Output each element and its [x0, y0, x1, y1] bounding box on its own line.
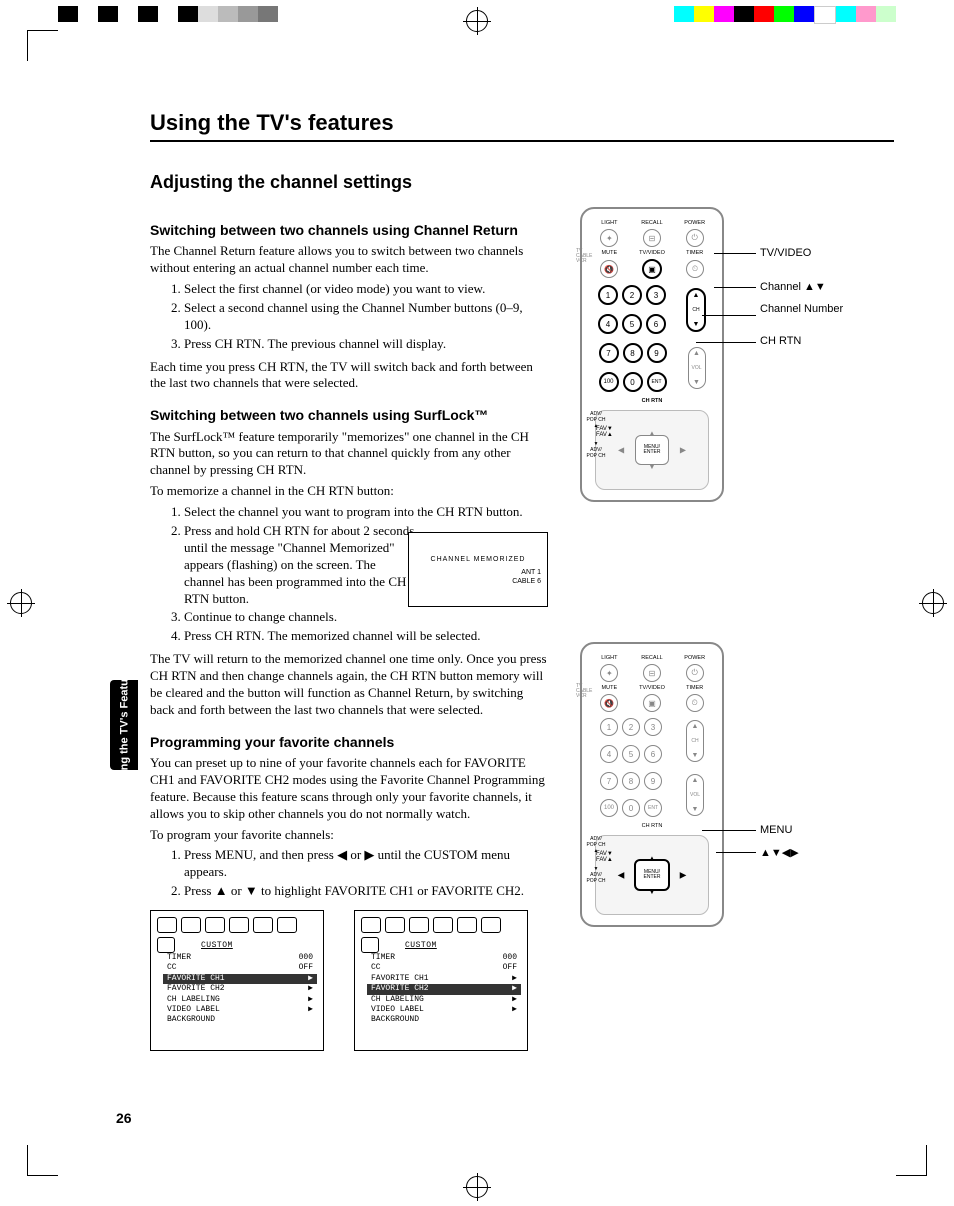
osd-custom-menu-1: CUSTOM TIMER000CCOFF▹FAVORITE CH1▶FAVORI… — [150, 910, 324, 1051]
title-rule — [150, 140, 894, 142]
text-column: Switching between two channels using Cha… — [150, 207, 550, 1051]
remote-diagram-1: TVCABLEVCR LIGHTRECALLPOWER ✦⊟⏻ MUTETV/V… — [580, 207, 870, 502]
registration-mark — [922, 592, 944, 614]
callout: ▲▼◀▶ — [760, 846, 799, 859]
step: Select the channel you want to program i… — [184, 504, 550, 521]
osd-line: CABLE 6 — [415, 577, 541, 586]
step: Press and hold CH RTN for about 2 second… — [184, 523, 419, 607]
illustration-column: TVCABLEVCR LIGHTRECALLPOWER ✦⊟⏻ MUTETV/V… — [580, 207, 870, 1051]
osd-channel-memorized: CHANNEL MEMORIZED ANT 1 CABLE 6 — [408, 532, 548, 607]
section-heading: Adjusting the channel settings — [150, 172, 894, 193]
crop-mark — [27, 30, 58, 61]
remote-diagram-2: TVCABLEVCR LIGHTRECALLPOWER ✦⊟⏻ MUTETV/V… — [580, 642, 870, 927]
paragraph: You can preset up to nine of your favori… — [150, 755, 550, 823]
paragraph: The Channel Return feature allows you to… — [150, 243, 550, 277]
osd-line: CHANNEL MEMORIZED — [415, 555, 541, 564]
subheading: Switching between two channels using Sur… — [150, 406, 550, 424]
section-tab: Using the TV's Features — [110, 680, 138, 770]
step: Select a second channel using the Channe… — [184, 300, 550, 334]
paragraph: The TV will return to the memorized chan… — [150, 651, 550, 719]
subheading: Switching between two channels using Cha… — [150, 221, 550, 239]
crop-mark — [896, 1145, 927, 1176]
step: Press CH RTN. The memorized channel will… — [184, 628, 550, 645]
callout: Channel Number — [760, 303, 843, 315]
paragraph: Each time you press CH RTN, the TV will … — [150, 359, 550, 393]
page-number: 26 — [116, 1110, 132, 1126]
callout: TV/VIDEO — [760, 247, 811, 259]
step: Press CH RTN. The previous channel will … — [184, 336, 550, 353]
subheading: Programming your favorite channels — [150, 733, 550, 751]
step: Continue to change channels. — [184, 609, 550, 626]
osd-custom-menu-2: CUSTOM TIMER000CCOFFFAVORITE CH1▶▹FAVORI… — [354, 910, 528, 1051]
step: Press ▲ or ▼ to highlight FAVORITE CH1 o… — [184, 883, 550, 900]
step: Press MENU, and then press ◀ or ▶ until … — [184, 847, 550, 881]
paragraph: The SurfLock™ feature temporarily "memor… — [150, 429, 550, 480]
callout: CH RTN — [760, 335, 801, 347]
manual-page: Using the TV's Features Using the TV's f… — [0, 0, 954, 1206]
page-title: Using the TV's features — [150, 110, 894, 136]
crop-mark — [27, 1145, 58, 1176]
registration-mark — [10, 592, 32, 614]
registration-mark — [466, 1176, 488, 1198]
osd-menu-row: CUSTOM TIMER000CCOFF▹FAVORITE CH1▶FAVORI… — [150, 910, 550, 1051]
osd-line: ANT 1 — [415, 568, 541, 577]
step-list: Select the first channel (or video mode)… — [150, 281, 550, 353]
step: Select the first channel (or video mode)… — [184, 281, 550, 298]
callout: MENU — [760, 824, 792, 836]
callout: Channel ▲▼ — [760, 281, 826, 293]
registration-mark — [466, 10, 488, 32]
step-list: Press MENU, and then press ◀ or ▶ until … — [150, 847, 550, 900]
paragraph: To memorize a channel in the CH RTN butt… — [150, 483, 550, 500]
paragraph: To program your favorite channels: — [150, 827, 550, 844]
